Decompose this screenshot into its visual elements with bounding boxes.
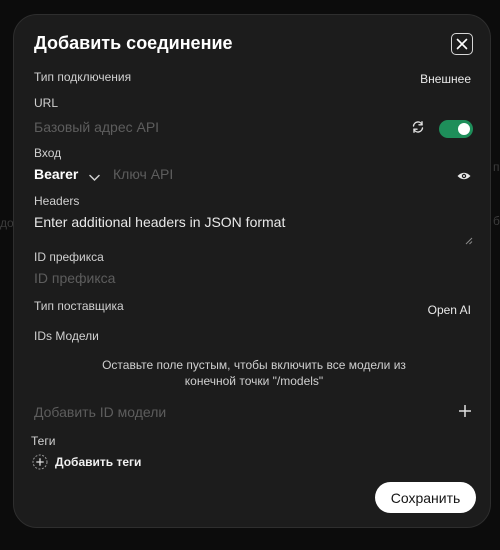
model-ids-hint-line-2: конечной точки "/models" [184,374,324,388]
model-ids-hint-line-1: Оставьте поле пустым, чтобы включить все… [102,358,406,372]
provider-type-select[interactable]: Open AI [428,303,471,317]
prefix-id-label: ID префикса [34,250,104,264]
auth-method-select[interactable]: Bearer [34,166,78,182]
close-button[interactable] [451,33,473,55]
resize-handle-icon[interactable] [465,232,473,250]
close-icon [456,38,468,50]
connection-type-label: Тип подключения [34,70,132,84]
background-text-right-2: б [493,214,500,228]
eye-icon [457,172,471,180]
tags-label: Теги [31,434,56,448]
background-text-left: до [0,216,14,230]
add-tags-button[interactable]: Добавить теги [32,454,141,470]
headers-label: Headers [34,194,80,208]
toggle-knob [458,123,470,135]
model-ids-hint: Оставьте поле пустым, чтобы включить все… [74,357,434,389]
add-tags-label: Добавить теги [55,455,142,469]
background-text-right: п [493,160,500,174]
plus-icon [458,404,472,418]
refresh-icon [412,121,424,133]
url-input[interactable]: Базовый адрес API [34,119,159,135]
provider-type-label: Тип поставщика [34,299,124,313]
add-model-id-button[interactable] [458,404,472,422]
api-key-input[interactable]: Ключ API [113,166,173,182]
auth-label: Вход [34,146,62,160]
add-connection-dialog: Добавить соединение Тип подключения Внеш… [13,14,491,528]
headers-textarea[interactable]: Enter additional headers in JSON format [34,214,285,230]
model-ids-label: IDs Модели [34,329,99,343]
prefix-id-input[interactable]: ID префикса [34,270,115,286]
connection-type-select[interactable]: Внешнее [420,72,471,86]
save-button[interactable]: Сохранить [375,482,476,513]
refresh-button[interactable] [411,120,425,139]
url-enabled-toggle[interactable] [439,120,473,138]
plus-circle-icon [32,454,48,470]
chevron-down-icon[interactable] [89,169,100,187]
show-key-button[interactable] [457,168,471,186]
url-label: URL [34,96,59,110]
add-model-id-input[interactable]: Добавить ID модели [34,404,166,420]
dialog-title: Добавить соединение [34,33,233,53]
